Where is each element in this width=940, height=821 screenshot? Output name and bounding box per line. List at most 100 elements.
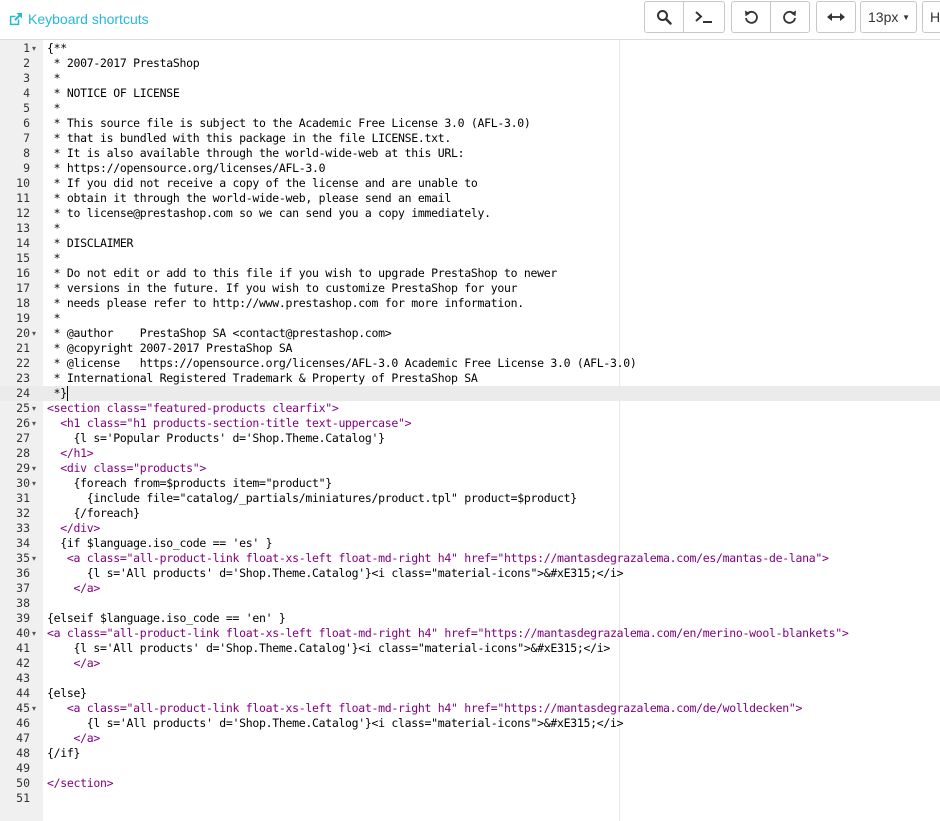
code-line[interactable]: 49 (0, 761, 940, 776)
code-line[interactable]: 12 * to license@prestashop.com so we can… (0, 206, 940, 221)
line-number: 28 (16, 446, 30, 460)
code-line[interactable]: 36 {l s='All products' d='Shop.Theme.Cat… (0, 566, 940, 581)
code-line[interactable]: 48 {/if} (0, 746, 940, 761)
code-line[interactable]: 46 {l s='All products' d='Shop.Theme.Cat… (0, 716, 940, 731)
code-line[interactable]: 18 * needs please refer to http://www.pr… (0, 296, 940, 311)
code-line[interactable]: 23 * International Registered Trademark … (0, 371, 940, 386)
code-line[interactable]: 26 ▾ <h1 class="h1 products-section-title… (0, 416, 940, 431)
code-line[interactable]: 20 ▾ * @author PrestaShop SA <contact@pre… (0, 326, 940, 341)
code-line[interactable]: 34 {if $language.iso_code == 'es' } (0, 536, 940, 551)
code-text: * https://opensource.org/licenses/AFL-3.… (47, 161, 326, 175)
line-number: 51 (16, 791, 30, 805)
code-line[interactable]: 25 ▾ <section class="featured-products cle… (0, 401, 940, 416)
command-line-button[interactable] (683, 1, 725, 33)
fold-arrow-icon[interactable]: ▾ (32, 401, 41, 416)
code-line[interactable]: 28 </h1> (0, 446, 940, 461)
code-line[interactable]: 5 * (0, 101, 940, 116)
fold-arrow-icon[interactable]: ▾ (32, 461, 41, 476)
code-line[interactable]: 27 {l s='Popular Products' d='Shop.Theme… (0, 431, 940, 446)
search-icon (657, 10, 672, 25)
code-line[interactable]: 33 </div> (0, 521, 940, 536)
code-text: </a> (47, 731, 100, 745)
redo-button[interactable] (770, 1, 810, 33)
code-line[interactable]: 29 ▾ <div class="products"> (0, 461, 940, 476)
code-line[interactable]: 17 * versions in the future. If you wish… (0, 281, 940, 296)
code-text: </div> (47, 521, 100, 535)
code-line[interactable]: 35 ▾ <a class="all-product-link float-xs-… (0, 551, 940, 566)
line-number: 4 (23, 86, 30, 100)
undo-button[interactable] (731, 1, 771, 33)
code-line[interactable]: 43 (0, 671, 940, 686)
code-text: {else} (47, 686, 87, 700)
code-text: </a> (47, 581, 100, 595)
code-text: <a class="all-product-link float-xs-left… (47, 551, 829, 565)
code-text: </h1> (47, 446, 94, 460)
arrows-horizontal-icon (827, 13, 845, 21)
code-line[interactable]: 42 </a> (0, 656, 940, 671)
keyboard-shortcuts-link[interactable]: Keyboard shortcuts (8, 9, 149, 29)
fold-arrow-icon[interactable]: ▾ (32, 416, 41, 431)
code-line[interactable]: 13 * (0, 221, 940, 236)
line-number: 50 (16, 776, 30, 790)
line-number: 5 (23, 101, 30, 115)
code-line[interactable]: 45 ▾ <a class="all-product-link float-xs-… (0, 701, 940, 716)
code-line[interactable]: 50 </section> (0, 776, 940, 791)
code-line[interactable]: 14 * DISCLAIMER (0, 236, 940, 251)
code-line[interactable]: 8 * It is also available through the wor… (0, 146, 940, 161)
code-line[interactable]: 40 ▾ <a class="all-product-link float-xs-l… (0, 626, 940, 641)
code-line[interactable]: 30 ▾ {foreach from=$products item="produc… (0, 476, 940, 491)
code-line[interactable]: 16 * Do not edit or add to this file if … (0, 266, 940, 281)
code-line[interactable]: 11 * obtain it through the world-wide-we… (0, 191, 940, 206)
code-line[interactable]: 41 {l s='All products' d='Shop.Theme.Cat… (0, 641, 940, 656)
font-size-select[interactable]: 13px ▼ (860, 1, 917, 33)
editor-toolbar: Keyboard shortcuts 13px ▼ H (0, 0, 940, 40)
caret-down-icon: ▼ (902, 13, 910, 22)
code-text: * (47, 71, 61, 85)
code-line[interactable]: 6 * This source file is subject to the A… (0, 116, 940, 131)
line-number: 10 (16, 176, 30, 190)
line-number: 46 (16, 716, 30, 730)
code-line[interactable]: 38 (0, 596, 940, 611)
code-editor[interactable]: 1 ▾ {** 2 * 2007-2017 PrestaShop 3 * 4 * NOTI… (0, 40, 940, 821)
cut-off-toolbar-button[interactable]: H (922, 1, 940, 33)
code-line[interactable]: 31 {include file="catalog/_partials/mini… (0, 491, 940, 506)
external-link-icon (9, 12, 23, 25)
code-line[interactable]: 7 * that is bundled with this package in… (0, 131, 940, 146)
line-number: 38 (16, 596, 30, 610)
cut-off-toolbar-label: H (930, 9, 940, 25)
code-line[interactable]: 21 * @copyright 2007-2017 PrestaShop SA (0, 341, 940, 356)
fold-arrow-icon[interactable]: ▾ (32, 551, 41, 566)
code-line[interactable]: 32 {/foreach} (0, 506, 940, 521)
code-text: * (47, 311, 61, 325)
fold-arrow-icon[interactable]: ▾ (32, 41, 41, 56)
code-line[interactable]: 1 ▾ {** (0, 41, 940, 56)
code-line[interactable]: 37 </a> (0, 581, 940, 596)
code-line[interactable]: 39 {elseif $language.iso_code == 'en' } (0, 611, 940, 626)
code-line[interactable]: 4 * NOTICE OF LICENSE (0, 86, 940, 101)
code-line[interactable]: 9 * https://opensource.org/licenses/AFL-… (0, 161, 940, 176)
keyboard-shortcuts-label: Keyboard shortcuts (28, 11, 149, 27)
code-line[interactable]: 10 * If you did not receive a copy of th… (0, 176, 940, 191)
toggle-width-button[interactable] (816, 1, 856, 33)
code-text: * versions in the future. If you wish to… (47, 281, 518, 295)
line-number: 21 (16, 341, 30, 355)
code-line[interactable]: 15 * (0, 251, 940, 266)
code-line[interactable]: 47 </a> (0, 731, 940, 746)
code-text: * (47, 251, 61, 265)
code-line[interactable]: 51 (0, 791, 940, 806)
fold-arrow-icon[interactable]: ▾ (32, 701, 41, 716)
code-line[interactable]: 2 * 2007-2017 PrestaShop (0, 56, 940, 71)
code-text: * that is bundled with this package in t… (47, 131, 452, 145)
search-button[interactable] (644, 1, 684, 33)
fold-arrow-icon[interactable]: ▾ (32, 626, 41, 641)
code-line[interactable]: 44 {else} (0, 686, 940, 701)
fold-arrow-icon[interactable]: ▾ (32, 326, 41, 341)
line-number: 36 (16, 566, 30, 580)
code-line[interactable]: 22 * @license https://opensource.org/lic… (0, 356, 940, 371)
code-line[interactable]: 3 * (0, 71, 940, 86)
code-line[interactable]: 19 * (0, 311, 940, 326)
code-text: * (47, 101, 61, 115)
fold-arrow-icon[interactable]: ▾ (32, 476, 41, 491)
code-line[interactable]: 24 *} (0, 386, 940, 401)
line-number: 33 (16, 521, 30, 535)
